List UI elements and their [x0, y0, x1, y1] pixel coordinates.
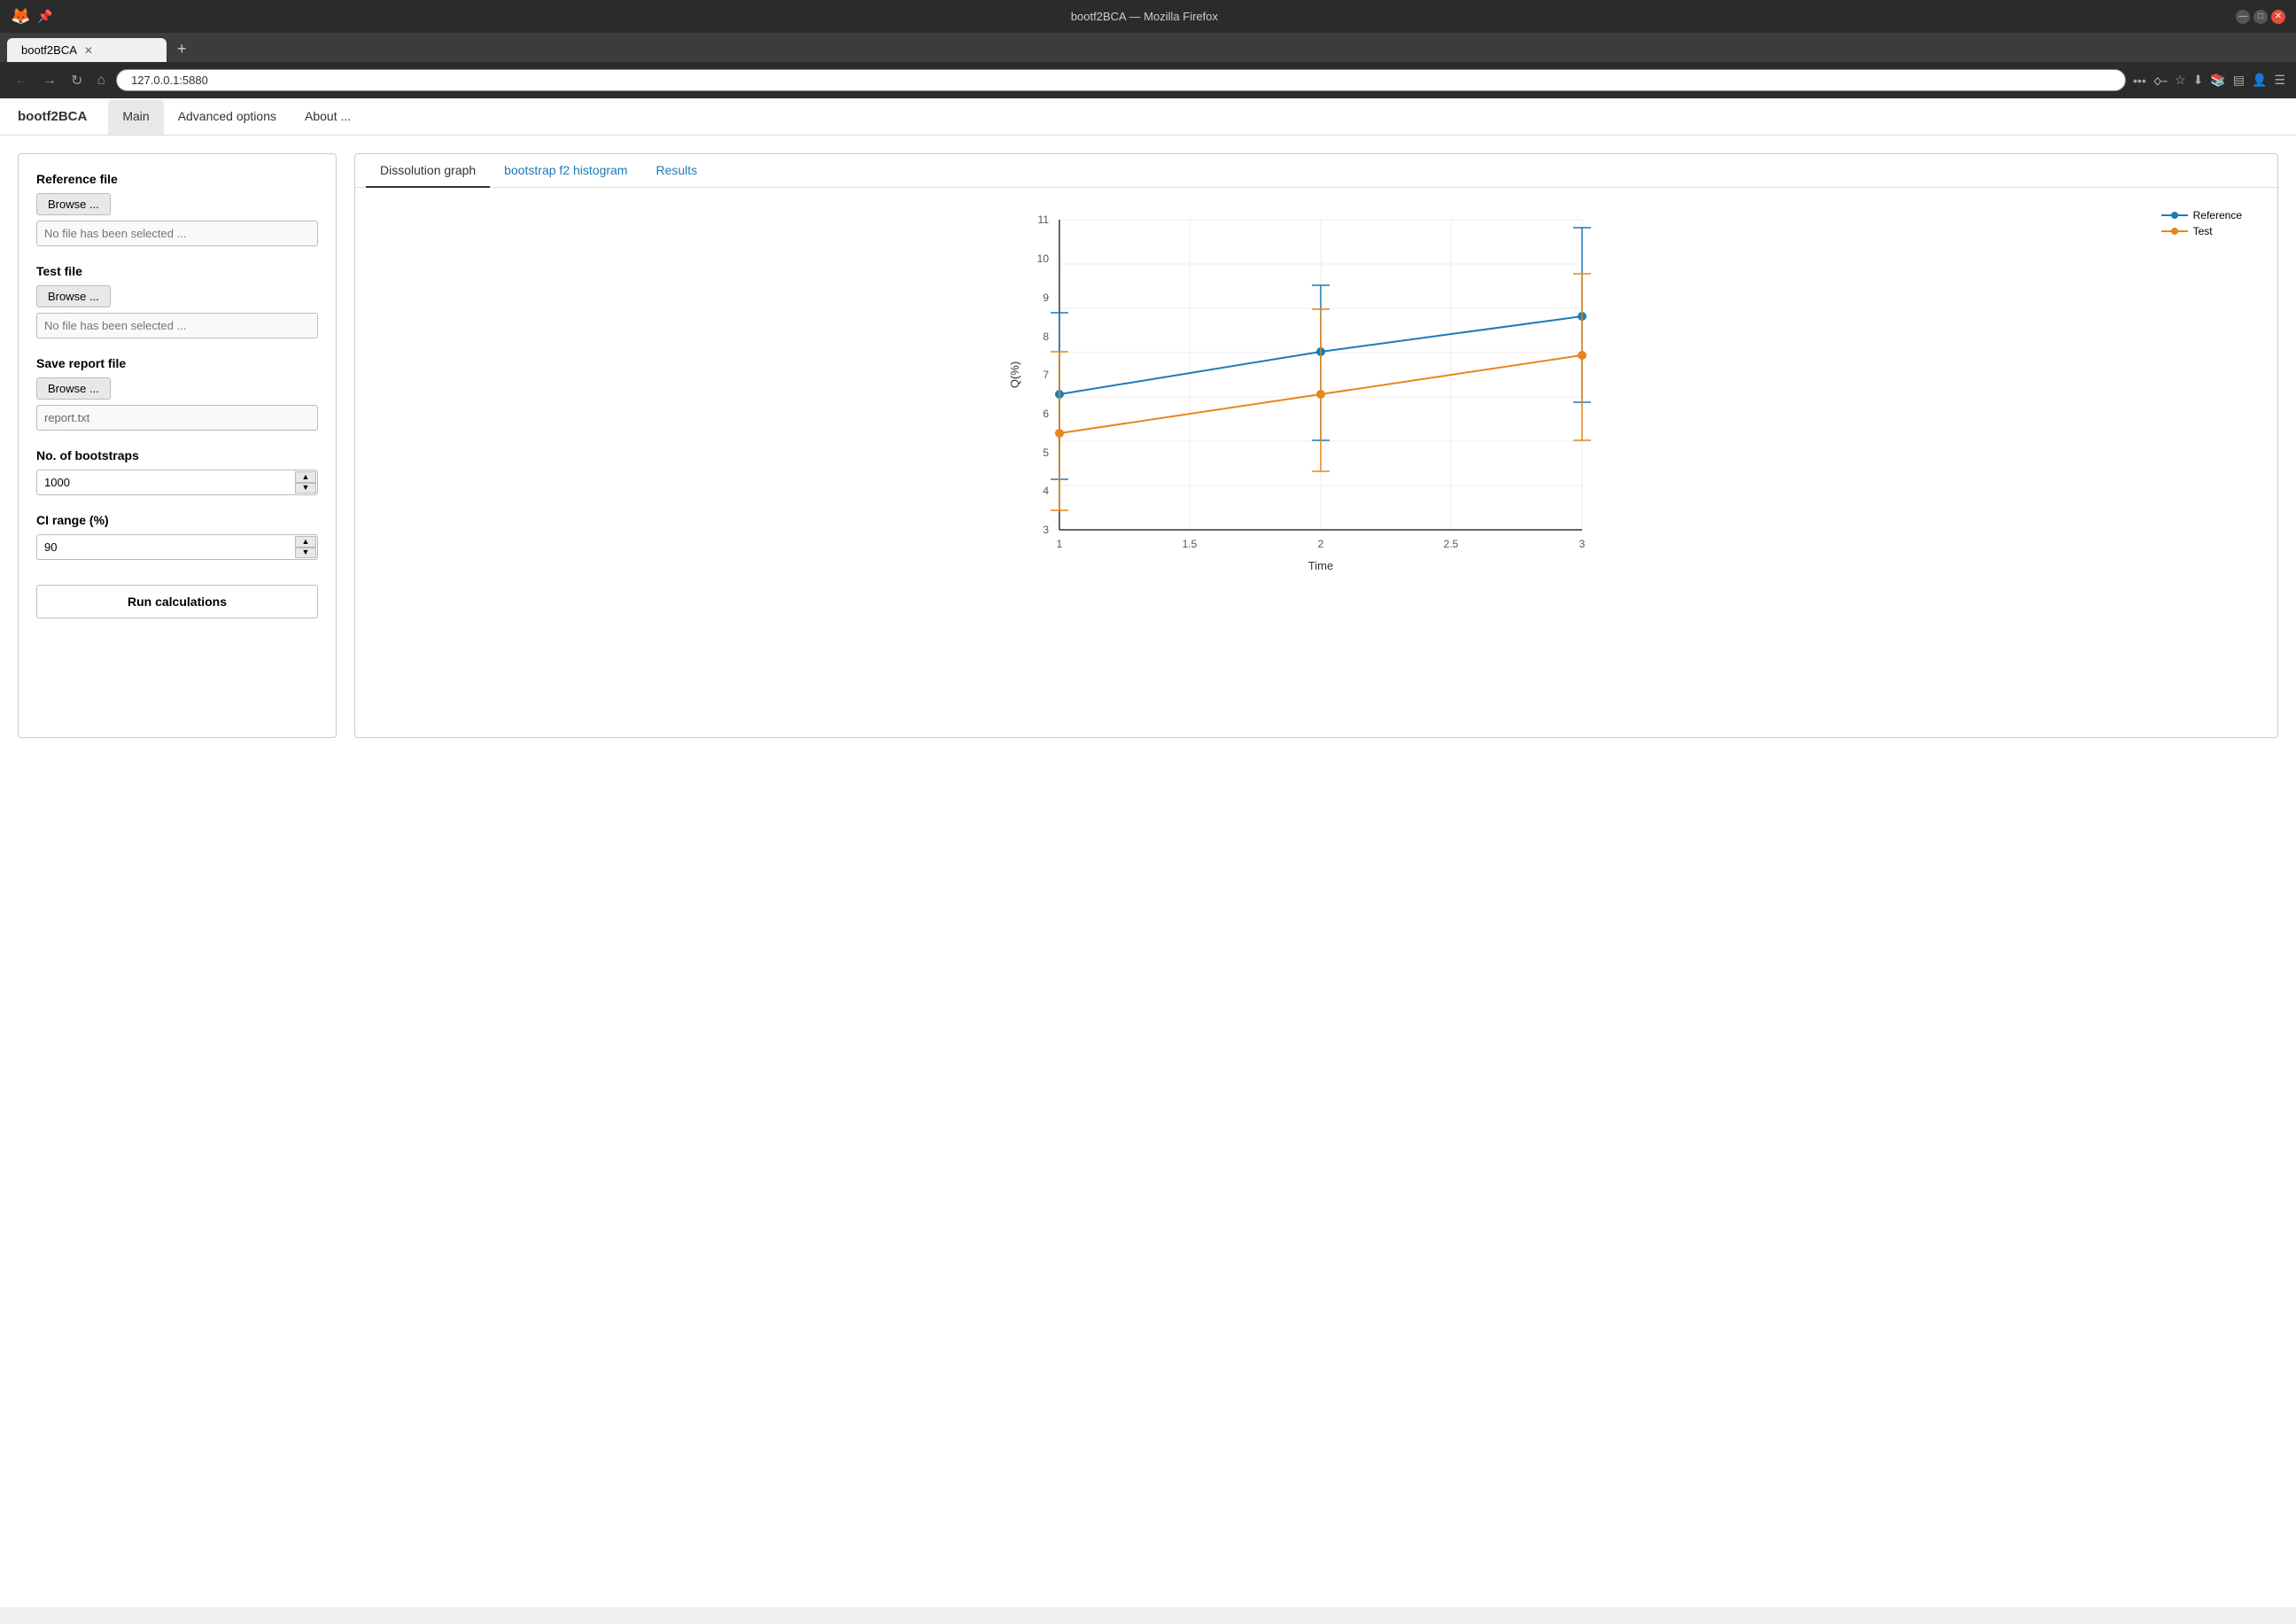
ci-range-up-button[interactable]: ▲ — [295, 536, 316, 548]
minimize-button[interactable]: — — [2236, 10, 2250, 24]
address-input[interactable] — [116, 69, 2126, 91]
svg-text:7: 7 — [1043, 369, 1049, 381]
home-button[interactable]: ⌂ — [93, 69, 109, 92]
save-report-section: Save report file Browse ... — [36, 356, 318, 431]
title-bar-left: 🦊 📌 — [11, 7, 53, 26]
bootstraps-spinners: ▲ ▼ — [295, 471, 316, 493]
svg-text:2: 2 — [1318, 538, 1324, 550]
ci-range-down-button[interactable]: ▼ — [295, 548, 316, 559]
ci-range-input-wrap: ▲ ▼ — [36, 534, 318, 560]
panel-tabs: Dissolution graph bootstrap f2 histogram… — [355, 154, 2277, 188]
app-content: bootf2BCA Main Advanced options About ..… — [0, 98, 2296, 1607]
chart-legend: Reference Test — [2161, 209, 2242, 241]
reload-button[interactable]: ↻ — [67, 68, 86, 93]
app-nav: bootf2BCA Main Advanced options About ..… — [0, 98, 2296, 136]
ci-range-spinners: ▲ ▼ — [295, 536, 316, 558]
close-button[interactable]: ✕ — [2271, 10, 2285, 24]
save-report-input[interactable] — [36, 405, 318, 431]
bootstraps-input[interactable] — [36, 470, 318, 495]
bootstraps-down-button[interactable]: ▼ — [295, 483, 316, 494]
pin-icon: 📌 — [37, 9, 52, 24]
nav-icons: ••• 🜙 ☆ ⬇ 📚 ▤ 👤 ☰ — [2133, 67, 2285, 93]
bootstraps-input-wrap: ▲ ▼ — [36, 470, 318, 495]
svg-text:11: 11 — [1038, 214, 1050, 226]
nav-item-about[interactable]: About ... — [291, 100, 365, 135]
reader-icon[interactable]: ▤ — [2233, 73, 2245, 88]
svg-text:4: 4 — [1043, 485, 1049, 497]
tab-results[interactable]: Results — [641, 154, 711, 188]
new-tab-button[interactable]: + — [170, 36, 194, 62]
test-file-label: Test file — [36, 264, 318, 278]
left-panel: Reference file Browse ... Test file Brow… — [18, 153, 337, 738]
nav-item-main[interactable]: Main — [108, 100, 163, 135]
address-bar: ← → ↻ ⌂ ••• 🜙 ☆ ⬇ 📚 ▤ 👤 ☰ — [0, 62, 2296, 98]
browser-tab[interactable]: bootf2BCA ✕ — [7, 38, 167, 62]
reference-file-section: Reference file Browse ... — [36, 172, 318, 246]
svg-text:5: 5 — [1043, 447, 1049, 459]
window-controls: — □ ✕ — [2236, 10, 2285, 24]
save-report-browse-button[interactable]: Browse ... — [36, 377, 111, 400]
bootstraps-label: No. of bootstraps — [36, 448, 318, 462]
app-brand: bootf2BCA — [18, 98, 87, 135]
svg-text:8: 8 — [1043, 330, 1049, 343]
bookmark-icon[interactable]: ☆ — [2175, 73, 2186, 88]
reference-file-input[interactable] — [36, 221, 318, 246]
right-panel: Dissolution graph bootstrap f2 histogram… — [354, 153, 2278, 738]
legend-reference: Reference — [2161, 209, 2242, 221]
dissolution-chart: 3 4 5 6 7 8 9 10 11 1 1.5 2 2.5 3 — [369, 202, 2263, 574]
forward-button[interactable]: → — [39, 69, 60, 92]
reference-file-label: Reference file — [36, 172, 318, 186]
main-layout: Reference file Browse ... Test file Brow… — [0, 136, 2296, 756]
title-bar: 🦊 📌 bootf2BCA — Mozilla Firefox — □ ✕ — [0, 0, 2296, 33]
firefox-icon: 🦊 — [11, 7, 30, 26]
test-browse-button[interactable]: Browse ... — [36, 285, 111, 307]
run-calculations-button[interactable]: Run calculations — [36, 585, 318, 618]
svg-text:10: 10 — [1037, 253, 1050, 265]
library-icon[interactable]: 📚 — [2210, 73, 2225, 88]
maximize-button[interactable]: □ — [2253, 10, 2268, 24]
tab-bootstrap-histogram[interactable]: bootstrap f2 histogram — [490, 154, 641, 188]
test-file-input[interactable] — [36, 313, 318, 338]
svg-text:1: 1 — [1057, 538, 1063, 550]
tab-bar: bootf2BCA ✕ + — [0, 33, 2296, 62]
chart-area: Reference Test — [355, 188, 2277, 737]
account-icon[interactable]: 👤 — [2252, 73, 2267, 88]
svg-text:Time: Time — [1308, 559, 1333, 572]
svg-text:9: 9 — [1043, 291, 1049, 304]
tab-label: bootf2BCA — [21, 43, 77, 57]
tab-close-icon[interactable]: ✕ — [84, 44, 93, 57]
ci-range-label: CI range (%) — [36, 513, 318, 527]
svg-text:Q(%): Q(%) — [1008, 361, 1021, 388]
save-report-label: Save report file — [36, 356, 318, 370]
svg-text:6: 6 — [1043, 408, 1049, 420]
bootstraps-up-button[interactable]: ▲ — [295, 471, 316, 483]
svg-text:3: 3 — [1043, 524, 1049, 536]
legend-test: Test — [2161, 225, 2242, 237]
menu-icon[interactable]: ☰ — [2274, 73, 2285, 88]
svg-text:1.5: 1.5 — [1183, 538, 1198, 550]
nav-item-advanced[interactable]: Advanced options — [164, 100, 291, 135]
ci-range-section: CI range (%) ▲ ▼ — [36, 513, 318, 560]
window-title: bootf2BCA — Mozilla Firefox — [53, 10, 2236, 23]
legend-reference-label: Reference — [2193, 209, 2242, 221]
svg-text:2.5: 2.5 — [1444, 538, 1459, 550]
bootstraps-section: No. of bootstraps ▲ ▼ — [36, 448, 318, 495]
download-icon[interactable]: ⬇ — [2193, 73, 2204, 88]
legend-test-label: Test — [2193, 225, 2213, 237]
reference-browse-button[interactable]: Browse ... — [36, 193, 111, 215]
back-button[interactable]: ← — [11, 69, 32, 92]
browser-chrome: 🦊 📌 bootf2BCA — Mozilla Firefox — □ ✕ bo… — [0, 0, 2296, 98]
test-file-section: Test file Browse ... — [36, 264, 318, 338]
svg-text:3: 3 — [1579, 538, 1586, 550]
tab-dissolution-graph[interactable]: Dissolution graph — [366, 154, 490, 188]
ci-range-input[interactable] — [36, 534, 318, 560]
more-icon[interactable]: ••• — [2133, 74, 2146, 88]
pocket-icon[interactable]: 🜙 — [2153, 67, 2168, 93]
